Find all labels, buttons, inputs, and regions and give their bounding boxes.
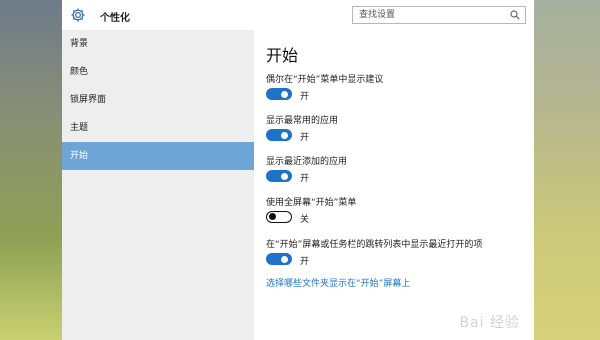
toggle-state-most-used: 开 — [300, 133, 310, 143]
toggle-knob — [281, 172, 288, 180]
toggle-knob — [269, 213, 276, 221]
page-title: 开始 — [266, 46, 299, 65]
setting-label-most-used: 显示最常用的应用 — [266, 116, 339, 126]
sidebar-item-start[interactable]: 开始 — [62, 142, 254, 170]
gear-icon[interactable] — [70, 7, 86, 23]
toggle-state-recently-added: 开 — [300, 174, 310, 184]
sidebar-item-themes[interactable]: 主题 — [62, 114, 254, 142]
watermark: Bai 经验 — [459, 315, 520, 331]
toggle-recently-added[interactable] — [266, 170, 292, 182]
sidebar: 背景 颜色 锁屏界面 主题 开始 — [62, 30, 254, 340]
title-bar: 个性化 — [62, 0, 534, 31]
sidebar-item-lock-screen[interactable]: 锁屏界面 — [62, 86, 254, 114]
toggle-knob — [281, 131, 288, 139]
search-box[interactable] — [352, 6, 526, 24]
toggle-knob — [281, 255, 288, 263]
setting-label-fullscreen-start: 使用全屏幕“开始”菜单 — [266, 198, 357, 208]
app-title: 个性化 — [100, 13, 130, 24]
sidebar-item-background[interactable]: 背景 — [62, 30, 254, 58]
desktop-background-left — [0, 0, 62, 340]
choose-folders-link[interactable]: 选择哪些文件夹显示在“开始”屏幕上 — [266, 276, 410, 289]
search-icon[interactable] — [510, 10, 520, 20]
setting-label-suggestions: 偶尔在“开始”菜单中显示建议 — [266, 75, 384, 85]
sidebar-item-colors[interactable]: 颜色 — [62, 58, 254, 86]
search-input[interactable] — [359, 8, 509, 22]
setting-label-jump-lists: 在“开始”屏幕或任务栏的跳转列表中显示最近打开的项 — [266, 240, 483, 250]
desktop-background-right — [534, 0, 600, 340]
toggle-suggestions[interactable] — [266, 88, 292, 100]
main-content: 开始 偶尔在“开始”菜单中显示建议 开 显示最常用的应用 开 显示最近添加的应用… — [254, 30, 534, 340]
toggle-state-jump-lists: 开 — [300, 257, 310, 267]
toggle-jump-lists[interactable] — [266, 253, 292, 265]
settings-window: 个性化 背景 颜色 锁屏界面 主题 开始 开始 偶尔在“开始”菜单中显示建议 开… — [62, 0, 534, 340]
setting-label-recently-added: 显示最近添加的应用 — [266, 157, 348, 167]
toggle-most-used[interactable] — [266, 129, 292, 141]
toggle-state-fullscreen-start: 关 — [300, 215, 310, 225]
toggle-knob — [281, 90, 288, 98]
toggle-fullscreen-start[interactable] — [266, 211, 292, 223]
toggle-state-suggestions: 开 — [300, 92, 310, 102]
